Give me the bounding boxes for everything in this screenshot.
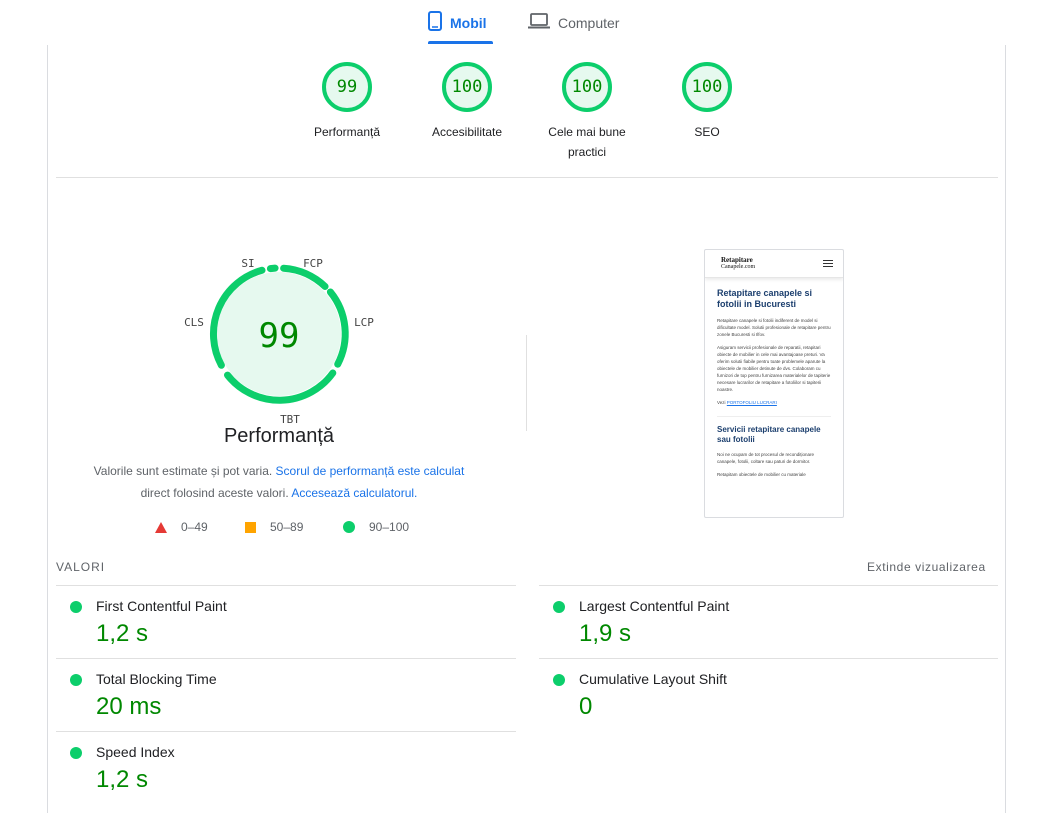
status-good-icon	[70, 747, 82, 759]
calculator-link[interactable]: Accesează calculatorul.	[291, 486, 417, 500]
metric-name: Speed Index	[96, 744, 175, 760]
performance-note: Valorile sunt estimate și pot varia. Sco…	[79, 460, 479, 504]
metric-name: Largest Contentful Paint	[579, 598, 730, 614]
preview-header: Retapitare Canapele.com	[705, 250, 843, 278]
score-label-accessibility: Accesibilitate	[431, 125, 503, 139]
legend-average: 50–89	[245, 520, 303, 534]
preview-subheading: Servicii retapitare canapele sau fotolii	[717, 425, 821, 444]
metric-divider	[56, 731, 516, 732]
note-text-2: direct folosind aceste valori.	[140, 486, 289, 500]
score-label-best-practices: Cele mai bune practici	[548, 125, 626, 159]
performance-score: 99	[259, 316, 300, 356]
score-gauge-performance[interactable]: 99	[322, 62, 372, 112]
preview-paragraph-4: Noi ne ocupam de tot procesul de recondi…	[717, 452, 815, 464]
metric-name: Cumulative Layout Shift	[579, 671, 727, 687]
metric-value: 20 ms	[96, 693, 162, 720]
device-tabs: Mobil Computer	[0, 0, 1042, 45]
circle-icon	[343, 521, 355, 533]
laptop-icon	[528, 13, 550, 32]
smartphone-icon	[428, 11, 442, 34]
preview-paragraph-5: Retapitam obiectele de mobilier cu mater…	[717, 472, 806, 477]
square-icon	[245, 521, 256, 533]
gauge-label-lcp: LCP	[354, 316, 374, 329]
metric-divider	[539, 585, 998, 586]
metric-name: First Contentful Paint	[96, 598, 227, 614]
tab-mobile-label: Mobil	[450, 14, 487, 31]
score-gauge-seo[interactable]: 100	[682, 62, 732, 112]
gauge-arc-si	[266, 264, 279, 273]
legend-good-label: 90–100	[369, 520, 410, 534]
legend-average-label: 50–89	[270, 520, 304, 534]
card-border-right	[1005, 45, 1006, 813]
page-screenshot: Retapitare Canapele.com Retapitare canap…	[704, 249, 844, 518]
status-good-icon	[553, 601, 565, 613]
score-gauge-accessibility[interactable]: 100	[442, 62, 492, 112]
note-text: Valorile sunt estimate și pot varia.	[93, 464, 273, 478]
triangle-icon	[155, 521, 167, 533]
metric-name: Total Blocking Time	[96, 671, 217, 687]
metric-value: 1,2 s	[96, 620, 149, 647]
status-good-icon	[553, 674, 565, 686]
preview-paragraph-3: Vezi PORTOFOLIU LUCRARI	[717, 400, 777, 405]
score-label-seo: SEO	[694, 125, 720, 139]
hamburger-menu-icon	[823, 260, 833, 269]
status-good-icon	[70, 601, 82, 613]
active-tab-indicator	[428, 41, 493, 44]
metric-divider	[539, 658, 998, 659]
metrics-heading: VALORI	[56, 560, 106, 574]
metric-value: 1,2 s	[96, 766, 149, 793]
card-border-left	[47, 45, 48, 813]
performance-title: Performanță	[223, 425, 335, 447]
status-good-icon	[70, 674, 82, 686]
tab-desktop-label: Computer	[558, 14, 620, 31]
preview-paragraph-1: Retapitare canapele si fotolii indiferen…	[717, 318, 831, 337]
metric-divider	[56, 585, 516, 586]
legend-good: 90–100	[343, 520, 409, 534]
score-label-performance: Performanță	[313, 125, 381, 139]
metric-divider	[56, 658, 516, 659]
tab-desktop[interactable]: Computer	[528, 0, 619, 45]
section-divider	[56, 177, 998, 178]
gauge-label-fcp: FCP	[303, 257, 323, 270]
tab-mobile[interactable]: Mobil	[428, 0, 487, 45]
performance-gauge: 99 SI FCP LCP TBT CLS	[184, 257, 374, 426]
expand-view-toggle[interactable]: Extinde vizualizarea	[867, 560, 986, 574]
preview-logo: Retapitare Canapele.com	[721, 256, 756, 271]
gauge-label-cls: CLS	[184, 316, 204, 329]
metric-value: 1,9 s	[579, 620, 632, 647]
metric-value: 0	[579, 693, 593, 720]
legend-bad-label: 0–49	[181, 520, 208, 534]
score-calculation-link[interactable]: Scorul de performanță este calculat	[276, 464, 465, 478]
vertical-divider	[526, 335, 527, 431]
preview-paragraph-2: Asiguram servicii profesionale de repara…	[717, 345, 831, 392]
gauge-label-si: SI	[241, 257, 254, 270]
preview-heading: Retapitare canapele si fotolii in Bucure…	[717, 288, 813, 309]
legend-bad: 0–49	[155, 520, 208, 534]
score-gauge-best-practices[interactable]: 100	[562, 62, 612, 112]
